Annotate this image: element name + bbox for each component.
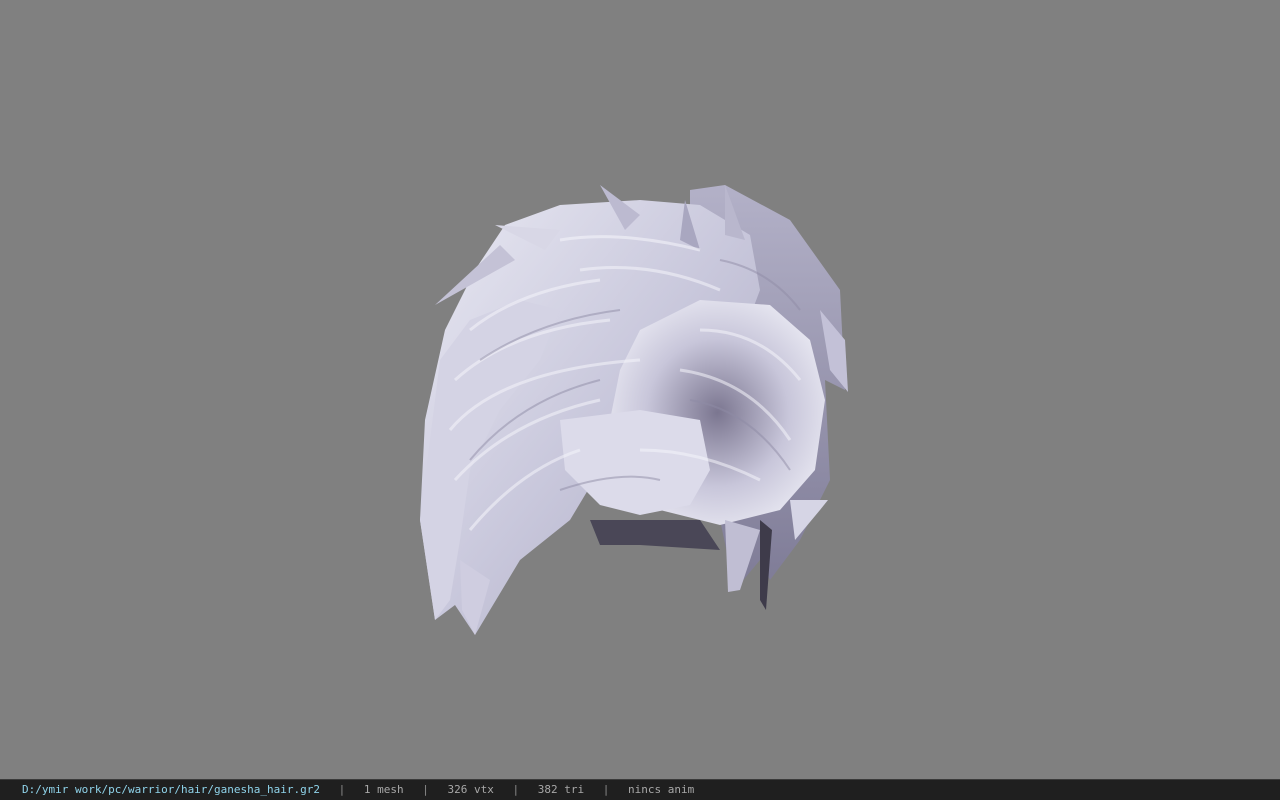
- separator: |: [512, 783, 520, 796]
- anim-status: nincs anim: [627, 783, 695, 796]
- hair-underside-shadow: [590, 520, 720, 550]
- separator: |: [422, 783, 429, 796]
- file-path: D:/ymir work/pc/warrior/hair/ganesha_hai…: [22, 783, 321, 796]
- triangle-count: 382 tri: [537, 783, 585, 796]
- status-bar: D:/ymir work/pc/warrior/hair/ganesha_hai…: [0, 779, 1280, 800]
- hair-mesh-model[interactable]: [0, 0, 1280, 779]
- hair-front-strand: [560, 410, 710, 515]
- vertex-count: 326 vtx: [447, 783, 494, 796]
- separator: |: [602, 783, 610, 796]
- hair-strand-tip: [790, 500, 828, 540]
- 3d-viewport[interactable]: [0, 0, 1280, 779]
- mesh-count: 1 mesh: [363, 783, 404, 796]
- separator: |: [338, 783, 346, 796]
